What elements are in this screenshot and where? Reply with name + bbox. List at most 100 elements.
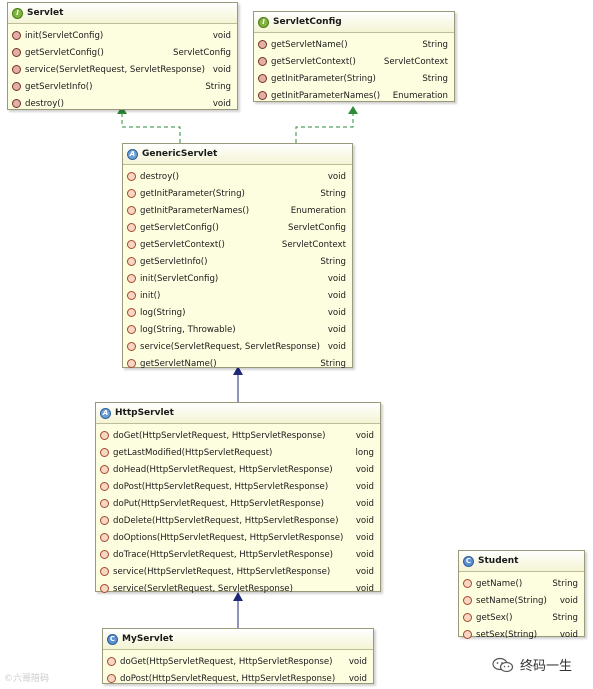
method-signature: getServletConfig() xyxy=(25,47,104,58)
method-return-type: void xyxy=(327,273,346,284)
method-row[interactable]: doHead(HttpServletRequest, HttpServletRe… xyxy=(96,461,380,478)
class-servlet[interactable]: I Servlet init(ServletConfig) void getServle… xyxy=(7,2,238,110)
method-signature: doHead(HttpServletRequest, HttpServletRe… xyxy=(113,464,333,475)
method-row[interactable]: init(ServletConfig) void xyxy=(8,27,237,44)
method-row[interactable]: service(ServletRequest, ServletResponse)… xyxy=(96,580,380,597)
method-row[interactable]: service(ServletRequest, ServletResponse)… xyxy=(123,338,352,355)
class-name: Servlet xyxy=(27,8,64,18)
public-method-icon xyxy=(100,431,109,440)
public-method-icon xyxy=(127,206,136,215)
method-signature: getServletContext() xyxy=(271,56,356,67)
method-return-type: Enumeration xyxy=(290,205,346,216)
method-return-type: String xyxy=(320,188,346,199)
class-name: GenericServlet xyxy=(142,149,218,159)
class-name: ServletConfig xyxy=(273,17,342,27)
class-myservlet[interactable]: C MyServlet doGet(HttpServletRequest, Http… xyxy=(102,628,374,684)
method-row[interactable]: getServletInfo() String xyxy=(8,78,237,95)
method-row[interactable]: doPost(HttpServletRequest, HttpServletRe… xyxy=(96,478,380,495)
method-row[interactable]: doPost(HttpServletRequest, HttpServletRe… xyxy=(103,670,373,687)
method-row[interactable]: getServletContext() ServletContext xyxy=(254,53,454,70)
class-student[interactable]: C Student getName() String setName(String) vo… xyxy=(458,550,585,640)
method-list: destroy() void getInitParameter(String) Str… xyxy=(123,165,352,372)
class-httpservlet[interactable]: A HttpServlet doGet(HttpServletRequest, Ht… xyxy=(95,402,381,594)
method-signature: doOptions(HttpServletRequest, HttpServle… xyxy=(113,532,344,543)
method-return-type: void xyxy=(559,629,578,640)
method-signature: service(ServletRequest, ServletResponse) xyxy=(113,583,293,594)
method-return-type: void xyxy=(355,515,374,526)
class-servletconfig[interactable]: I ServletConfig getServletName() String getS… xyxy=(253,11,455,102)
method-signature: getServletName() xyxy=(140,358,217,369)
class-icon: C xyxy=(107,633,118,645)
method-row[interactable]: getInitParameterNames() Enumeration xyxy=(254,87,454,104)
class-name: Student xyxy=(478,556,519,566)
watermark: ©六哥陪码 xyxy=(4,674,50,684)
method-signature: doPost(HttpServletRequest, HttpServletRe… xyxy=(120,673,336,684)
method-row[interactable]: getServletInfo() String xyxy=(123,253,352,270)
method-row[interactable]: doTrace(HttpServletRequest, HttpServletR… xyxy=(96,546,380,563)
method-return-type: void xyxy=(355,481,374,492)
method-return-type: void xyxy=(355,583,374,594)
method-return-type: void xyxy=(327,290,346,301)
method-row[interactable]: getLastModified(HttpServletRequest) long xyxy=(96,444,380,461)
method-row[interactable]: doGet(HttpServletRequest, HttpServletRes… xyxy=(103,653,373,670)
method-row[interactable]: service(ServletRequest, ServletResponse)… xyxy=(8,61,237,78)
public-method-icon xyxy=(100,533,109,542)
method-return-type: void xyxy=(355,464,374,475)
method-return-type: void xyxy=(355,498,374,509)
public-method-icon xyxy=(107,657,116,666)
method-signature: init() xyxy=(140,290,161,301)
method-signature: doTrace(HttpServletRequest, HttpServletR… xyxy=(113,549,333,560)
method-return-type: void xyxy=(355,430,374,441)
method-return-type: ServletContext xyxy=(281,239,346,250)
method-row[interactable]: log(String) void xyxy=(123,304,352,321)
method-return-type: void xyxy=(212,64,231,75)
class-header: I ServletConfig xyxy=(254,12,454,33)
method-row[interactable]: getInitParameterNames() Enumeration xyxy=(123,202,352,219)
method-row[interactable]: destroy() void xyxy=(123,168,352,185)
method-row[interactable]: getServletConfig() ServletConfig xyxy=(8,44,237,61)
public-method-icon xyxy=(100,550,109,559)
abstract-method-icon xyxy=(258,40,267,49)
class-header: C MyServlet xyxy=(103,629,373,650)
method-return-type: void xyxy=(212,30,231,41)
method-row[interactable]: getServletContext() ServletContext xyxy=(123,236,352,253)
method-row[interactable]: getSex() String xyxy=(459,609,584,626)
method-signature: getSex() xyxy=(476,612,513,623)
method-row[interactable]: getServletName() String xyxy=(254,36,454,53)
method-row[interactable]: doGet(HttpServletRequest, HttpServletRes… xyxy=(96,427,380,444)
public-method-icon xyxy=(100,465,109,474)
method-signature: getServletConfig() xyxy=(140,222,219,233)
method-row[interactable]: setName(String) void xyxy=(459,592,584,609)
public-method-icon xyxy=(100,567,109,576)
method-row[interactable]: init() void xyxy=(123,287,352,304)
abstract-method-icon xyxy=(12,99,21,108)
method-row[interactable]: log(String, Throwable) void xyxy=(123,321,352,338)
method-list: doGet(HttpServletRequest, HttpServletRes… xyxy=(96,424,380,597)
method-row[interactable]: doDelete(HttpServletRequest, HttpServlet… xyxy=(96,512,380,529)
method-row[interactable]: service(HttpServletRequest, HttpServletR… xyxy=(96,563,380,580)
method-row[interactable]: getInitParameter(String) String xyxy=(254,70,454,87)
method-row[interactable]: getName() String xyxy=(459,575,584,592)
method-signature: log(String) xyxy=(140,307,186,318)
class-icon: C xyxy=(463,555,474,567)
method-row[interactable]: init(ServletConfig) void xyxy=(123,270,352,287)
method-signature: doDelete(HttpServletRequest, HttpServlet… xyxy=(113,515,339,526)
method-row[interactable]: getInitParameter(String) String xyxy=(123,185,352,202)
method-signature: log(String, Throwable) xyxy=(140,324,236,335)
method-return-type: String xyxy=(552,578,578,589)
method-row[interactable]: getServletName() String xyxy=(123,355,352,372)
method-row[interactable]: destroy() void xyxy=(8,95,237,112)
class-genericservlet[interactable]: A GenericServlet destroy() void getInitParam… xyxy=(122,143,353,369)
method-return-type: void xyxy=(212,98,231,109)
method-signature: getServletInfo() xyxy=(25,81,93,92)
method-return-type: void xyxy=(327,171,346,182)
method-list: doGet(HttpServletRequest, HttpServletRes… xyxy=(103,650,373,687)
method-row[interactable]: setSex(String) void xyxy=(459,626,584,643)
realization-arrowhead-servletconfig xyxy=(348,106,358,114)
method-row[interactable]: doOptions(HttpServletRequest, HttpServle… xyxy=(96,529,380,546)
method-row[interactable]: getServletConfig() ServletConfig xyxy=(123,219,352,236)
method-signature: doGet(HttpServletRequest, HttpServletRes… xyxy=(113,430,326,441)
method-signature: getInitParameterNames() xyxy=(140,205,250,216)
public-method-icon xyxy=(127,240,136,249)
method-row[interactable]: doPut(HttpServletRequest, HttpServletRes… xyxy=(96,495,380,512)
